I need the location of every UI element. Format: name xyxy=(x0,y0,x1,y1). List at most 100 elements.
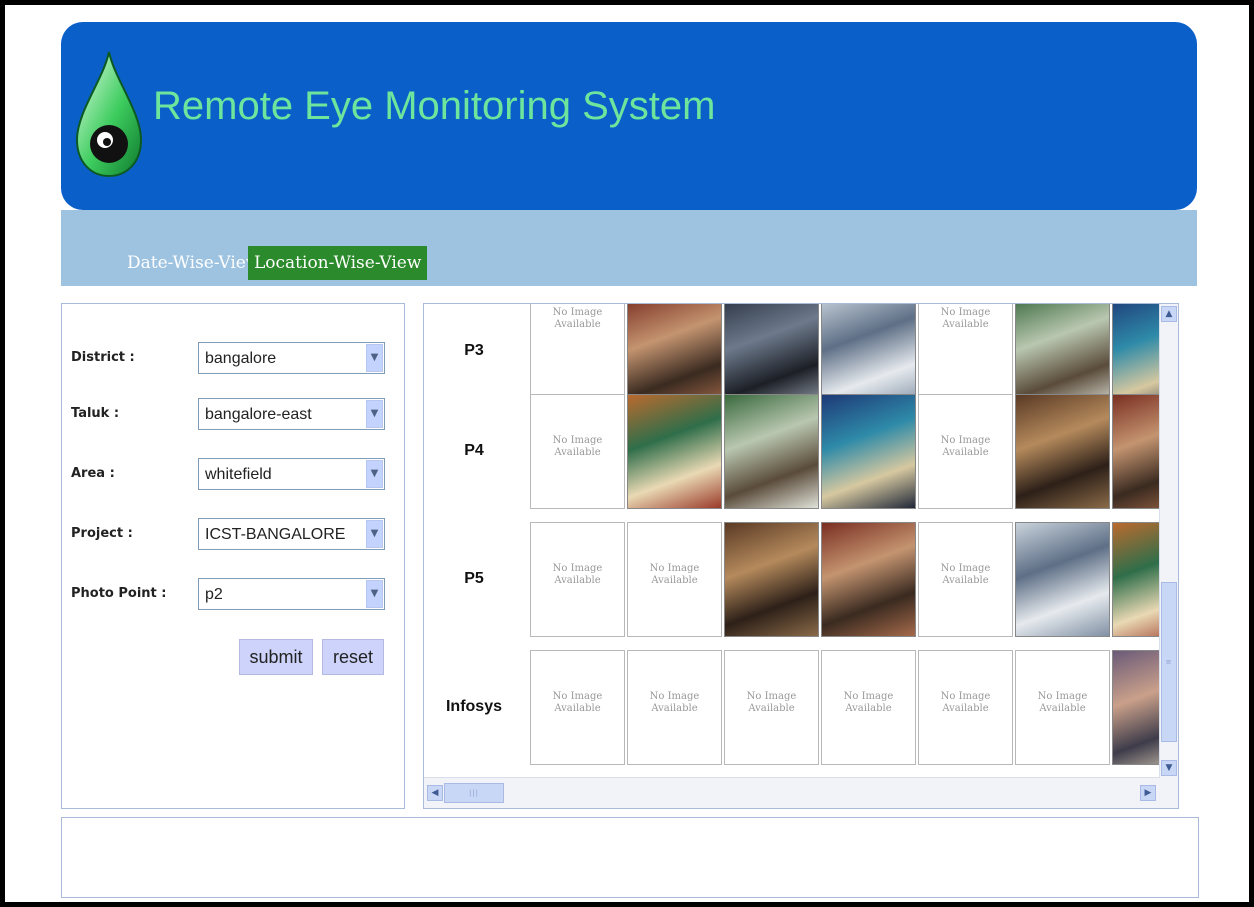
tab-date-wise-view[interactable]: Date-Wise-View xyxy=(121,246,266,280)
taluk-select[interactable]: bangalore-east ▼ xyxy=(198,398,385,430)
horizontal-scrollbar[interactable]: ◀ ||| ▶ xyxy=(424,777,1160,808)
no-image-placeholder: No Image Available xyxy=(627,650,722,765)
project-row: Project : ICST-BANGALORE ▼ xyxy=(62,518,404,552)
eye-logo-icon xyxy=(75,51,143,178)
photo-point-row-label: P5 xyxy=(464,570,484,587)
photo-point-label: Photo Point : xyxy=(71,586,167,601)
no-image-line: No Image xyxy=(940,691,991,702)
photo-point-value: p2 xyxy=(205,586,223,603)
no-image-line: Available xyxy=(845,703,892,714)
tab-location-wise-view[interactable]: Location-Wise-View xyxy=(248,246,428,280)
photo-thumbnail[interactable] xyxy=(821,522,916,637)
no-image-line: No Image xyxy=(843,691,894,702)
taluk-value: bangalore-east xyxy=(205,406,312,423)
photo-thumbnail[interactable] xyxy=(821,394,916,509)
photo-thumbnail[interactable] xyxy=(1112,650,1160,765)
no-image-text: No Image Available xyxy=(822,691,915,715)
no-image-placeholder: No Image Available xyxy=(530,650,625,765)
scroll-down-icon[interactable]: ▼ xyxy=(1161,760,1177,776)
scrollbar-corner xyxy=(1160,778,1178,808)
no-image-text: No Image Available xyxy=(919,435,1012,459)
no-image-line: Available xyxy=(1039,703,1086,714)
no-image-line: No Image xyxy=(552,307,603,318)
photo-point-select[interactable]: p2 ▼ xyxy=(198,578,385,610)
photo-thumbnail[interactable] xyxy=(724,394,819,509)
no-image-text: No Image Available xyxy=(531,435,624,459)
no-image-line: No Image xyxy=(552,435,603,446)
no-image-text: No Image Available xyxy=(725,691,818,715)
scroll-left-icon[interactable]: ◀ xyxy=(427,785,443,801)
district-value: bangalore xyxy=(205,350,277,367)
area-value: whitefield xyxy=(205,466,272,483)
photo-grid: P3 No Image Available No Image Available P4 No… xyxy=(424,304,1160,778)
reset-button[interactable]: reset xyxy=(322,639,384,675)
photo-point-row-label: P3 xyxy=(464,342,484,359)
photo-gallery: P3 No Image Available No Image Available P4 No… xyxy=(423,303,1179,809)
district-select[interactable]: bangalore ▼ xyxy=(198,342,385,374)
no-image-placeholder: No Image Available xyxy=(918,522,1013,637)
area-label: Area : xyxy=(71,466,115,481)
no-image-line: Available xyxy=(554,319,601,330)
footer-panel xyxy=(61,817,1199,898)
no-image-line: Available xyxy=(651,575,698,586)
district-row: District : bangalore ▼ xyxy=(62,342,404,376)
no-image-text: No Image Available xyxy=(919,691,1012,715)
no-image-line: No Image xyxy=(940,307,991,318)
chevron-down-icon[interactable]: ▼ xyxy=(366,400,383,428)
page-frame: Remote Eye Monitoring System Date-Wise-V… xyxy=(5,5,1249,902)
photo-point-row-label: P4 xyxy=(464,442,484,459)
photo-thumbnail[interactable] xyxy=(1015,522,1110,637)
vertical-scrollbar[interactable]: ▲ ≡ ▼ xyxy=(1159,304,1178,778)
photo-thumbnail[interactable] xyxy=(1015,394,1110,509)
photo-thumbnail[interactable] xyxy=(1112,394,1160,509)
no-image-placeholder: No Image Available xyxy=(530,394,625,509)
no-image-line: No Image xyxy=(552,691,603,702)
no-image-line: No Image xyxy=(746,691,797,702)
no-image-text: No Image Available xyxy=(628,563,721,587)
horizontal-scroll-thumb[interactable]: ||| xyxy=(444,783,504,803)
no-image-line: Available xyxy=(942,447,989,458)
no-image-line: Available xyxy=(942,703,989,714)
filter-panel: District : bangalore ▼ Taluk : bangalore… xyxy=(61,303,405,809)
no-image-line: No Image xyxy=(940,563,991,574)
photo-thumbnail[interactable] xyxy=(1112,522,1160,637)
photo-point-row: Photo Point : p2 ▼ xyxy=(62,578,404,612)
no-image-line: No Image xyxy=(552,563,603,574)
no-image-line: Available xyxy=(651,703,698,714)
no-image-line: No Image xyxy=(1037,691,1088,702)
nav-bar: Date-Wise-View Location-Wise-View xyxy=(61,210,1197,286)
chevron-down-icon[interactable]: ▼ xyxy=(366,580,383,608)
app-header: Remote Eye Monitoring System xyxy=(61,22,1197,210)
no-image-line: Available xyxy=(748,703,795,714)
no-image-placeholder: No Image Available xyxy=(530,522,625,637)
no-image-text: No Image Available xyxy=(919,563,1012,587)
no-image-placeholder: No Image Available xyxy=(918,650,1013,765)
no-image-text: No Image Available xyxy=(628,691,721,715)
taluk-row: Taluk : bangalore-east ▼ xyxy=(62,398,404,432)
no-image-text: No Image Available xyxy=(531,691,624,715)
scroll-right-icon[interactable]: ▶ xyxy=(1140,785,1156,801)
no-image-line: Available xyxy=(942,319,989,330)
no-image-text: No Image Available xyxy=(1016,691,1109,715)
chevron-down-icon[interactable]: ▼ xyxy=(366,344,383,372)
no-image-line: Available xyxy=(554,447,601,458)
submit-button[interactable]: submit xyxy=(239,639,313,675)
project-value: ICST-BANGALORE xyxy=(205,526,346,543)
no-image-line: No Image xyxy=(649,563,700,574)
no-image-line: No Image xyxy=(940,435,991,446)
taluk-label: Taluk : xyxy=(71,406,120,421)
photo-thumbnail[interactable] xyxy=(724,522,819,637)
no-image-line: Available xyxy=(554,575,601,586)
project-select[interactable]: ICST-BANGALORE ▼ xyxy=(198,518,385,550)
vertical-scroll-thumb[interactable]: ≡ xyxy=(1161,582,1177,742)
chevron-down-icon[interactable]: ▼ xyxy=(366,460,383,488)
no-image-line: No Image xyxy=(649,691,700,702)
chevron-down-icon[interactable]: ▼ xyxy=(366,520,383,548)
no-image-text: No Image Available xyxy=(919,307,1012,331)
scroll-up-icon[interactable]: ▲ xyxy=(1161,306,1177,322)
no-image-placeholder: No Image Available xyxy=(918,394,1013,509)
no-image-placeholder: No Image Available xyxy=(1015,650,1110,765)
photo-thumbnail[interactable] xyxy=(627,394,722,509)
area-row: Area : whitefield ▼ xyxy=(62,458,404,492)
area-select[interactable]: whitefield ▼ xyxy=(198,458,385,490)
